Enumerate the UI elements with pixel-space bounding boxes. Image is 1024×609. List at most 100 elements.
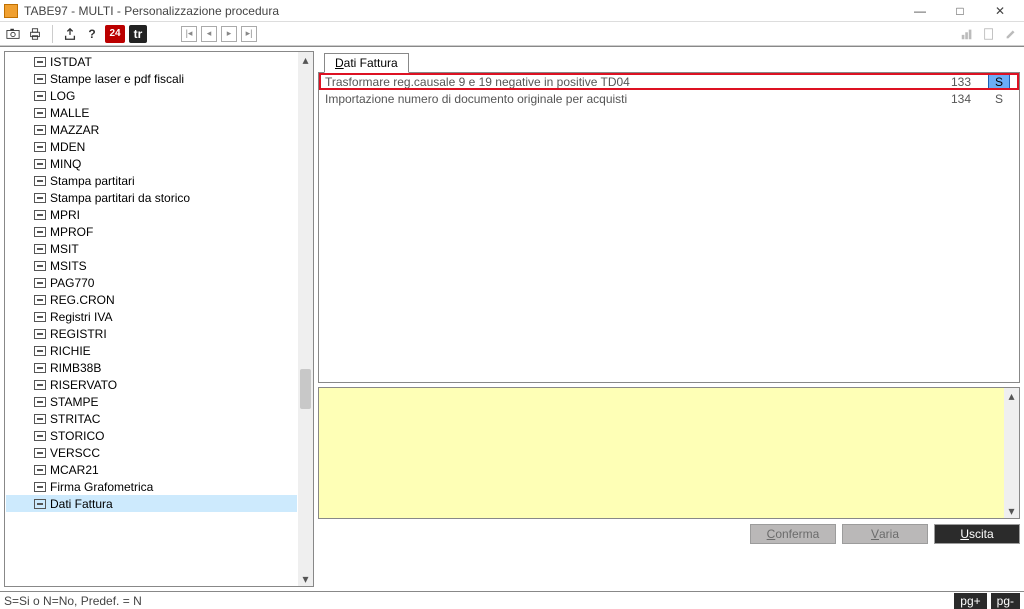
grid-row[interactable]: Importazione numero di documento origina… — [319, 90, 1019, 107]
tree-node-icon — [34, 159, 46, 169]
tree-item-label: STAMPE — [50, 395, 98, 409]
tree-item[interactable]: MSITS — [6, 257, 297, 274]
tree-item[interactable]: MPRI — [6, 206, 297, 223]
tree-item[interactable]: MAZZAR — [6, 121, 297, 138]
tree-item[interactable]: MCAR21 — [6, 461, 297, 478]
scroll-up-icon[interactable]: ▴ — [298, 52, 313, 67]
tree-item[interactable]: Stampa partitari — [6, 172, 297, 189]
tree-item[interactable]: Dati Fattura — [6, 495, 297, 512]
tree-item[interactable]: STRITAC — [6, 410, 297, 427]
camera-icon[interactable] — [4, 25, 22, 43]
main-area: ISTDATStampe laser e pdf fiscaliLOGMALLE… — [0, 46, 1024, 591]
conferma-button[interactable]: Conferma — [750, 524, 836, 544]
tree-item[interactable]: RISERVATO — [6, 376, 297, 393]
tree-node-icon — [34, 448, 46, 458]
tree-node-icon — [34, 312, 46, 322]
varia-button[interactable]: Varia — [842, 524, 928, 544]
nav-prev-icon[interactable]: ◂ — [201, 26, 217, 42]
btn-24[interactable]: 24 — [105, 25, 125, 43]
tree-item-label: MSIT — [50, 242, 79, 256]
window-title: TABE97 - MULTI - Personalizzazione proce… — [24, 4, 279, 18]
tree-item-label: RISERVATO — [50, 378, 117, 392]
tab-accel: D — [335, 56, 344, 70]
page-icon[interactable] — [980, 25, 998, 43]
pencil-icon[interactable] — [1002, 25, 1020, 43]
hint-scroll-down-icon[interactable]: ▾ — [1004, 503, 1019, 518]
graph-icon[interactable] — [958, 25, 976, 43]
tree-item[interactable]: Stampe laser e pdf fiscali — [6, 70, 297, 87]
tree-item[interactable]: MDEN — [6, 138, 297, 155]
tree-item-label: Registri IVA — [50, 310, 112, 324]
close-button[interactable]: ✕ — [980, 1, 1020, 21]
tree-item[interactable]: RICHIE — [6, 342, 297, 359]
nav-last-icon[interactable]: ▸| — [241, 26, 257, 42]
row-description: Importazione numero di documento origina… — [319, 92, 929, 106]
tree-node-icon — [34, 74, 46, 84]
tree-item[interactable]: Stampa partitari da storico — [6, 189, 297, 206]
pgminus-button[interactable]: pg- — [991, 593, 1020, 609]
tree-node-icon — [34, 380, 46, 390]
tree-item[interactable]: STORICO — [6, 427, 297, 444]
row-code: 134 — [929, 92, 979, 106]
help-icon[interactable]: ? — [83, 25, 101, 43]
pgplus-button[interactable]: pg+ — [954, 593, 986, 609]
hint-scroll-up-icon[interactable]: ▴ — [1004, 388, 1019, 403]
tree-item-label: PAG770 — [50, 276, 94, 290]
tree-node-icon — [34, 108, 46, 118]
tree-node-icon — [34, 346, 46, 356]
row-value-cell[interactable]: S — [979, 74, 1019, 90]
tree-item-label: REG.CRON — [50, 293, 115, 307]
nav-first-icon[interactable]: |◂ — [181, 26, 197, 42]
tree-node-icon — [34, 193, 46, 203]
print-icon[interactable] — [26, 25, 44, 43]
tree-node-icon — [34, 142, 46, 152]
tree-item-label: MDEN — [50, 140, 85, 154]
scroll-down-icon[interactable]: ▾ — [298, 571, 313, 586]
tree-node-icon — [34, 227, 46, 237]
btn-tr[interactable]: tr — [129, 25, 147, 43]
tree-node-icon — [34, 499, 46, 509]
tree-item-label: MCAR21 — [50, 463, 99, 477]
tree-node-icon — [34, 176, 46, 186]
settings-grid[interactable]: Trasformare reg.causale 9 e 19 negative … — [318, 73, 1020, 383]
tree-item[interactable]: MSIT — [6, 240, 297, 257]
nav-next-icon[interactable]: ▸ — [221, 26, 237, 42]
tree-item[interactable]: REGISTRI — [6, 325, 297, 342]
export-icon[interactable] — [61, 25, 79, 43]
maximize-button[interactable]: □ — [940, 1, 980, 21]
grid-row[interactable]: Trasformare reg.causale 9 e 19 negative … — [319, 73, 1019, 90]
minimize-button[interactable]: ― — [900, 1, 940, 21]
tree-scrollbar[interactable]: ▴ ▾ — [298, 52, 313, 586]
tree-node-icon — [34, 91, 46, 101]
button-bar: Conferma Varia Uscita — [318, 519, 1020, 549]
tree-item[interactable]: RIMB38B — [6, 359, 297, 376]
row-description: Trasformare reg.causale 9 e 19 negative … — [319, 75, 929, 89]
tree-item[interactable]: PAG770 — [6, 274, 297, 291]
tree-item[interactable]: MALLE — [6, 104, 297, 121]
titlebar: TABE97 - MULTI - Personalizzazione proce… — [0, 0, 1024, 22]
tree-item-label: Stampa partitari — [50, 174, 135, 188]
tree-item-label: STRITAC — [50, 412, 100, 426]
tree-item[interactable]: VERSCC — [6, 444, 297, 461]
tab-dati-fattura[interactable]: Dati Fattura — [324, 53, 409, 73]
row-value-cell[interactable]: S — [979, 92, 1019, 106]
uscita-button[interactable]: Uscita — [934, 524, 1020, 544]
tree-item-label: ISTDAT — [50, 55, 92, 69]
tree-item-label: Firma Grafometrica — [50, 480, 153, 494]
tree-item[interactable]: Registri IVA — [6, 308, 297, 325]
tree[interactable]: ISTDATStampe laser e pdf fiscaliLOGMALLE… — [6, 53, 297, 585]
tree-item[interactable]: STAMPE — [6, 393, 297, 410]
tree-node-icon — [34, 261, 46, 271]
scroll-thumb[interactable] — [300, 369, 311, 409]
tree-item[interactable]: MPROF — [6, 223, 297, 240]
hint-scrollbar[interactable]: ▴ ▾ — [1004, 388, 1019, 518]
tree-item-label: STORICO — [50, 429, 104, 443]
tree-item-label: MAZZAR — [50, 123, 99, 137]
tree-item[interactable]: ISTDAT — [6, 53, 297, 70]
tree-item[interactable]: Firma Grafometrica — [6, 478, 297, 495]
tree-item[interactable]: MINQ — [6, 155, 297, 172]
tree-item[interactable]: LOG — [6, 87, 297, 104]
tree-panel: ISTDATStampe laser e pdf fiscaliLOGMALLE… — [4, 51, 314, 587]
tree-item[interactable]: REG.CRON — [6, 291, 297, 308]
status-bar: S=Si o N=No, Predef. = N pg+ pg- — [0, 591, 1024, 609]
